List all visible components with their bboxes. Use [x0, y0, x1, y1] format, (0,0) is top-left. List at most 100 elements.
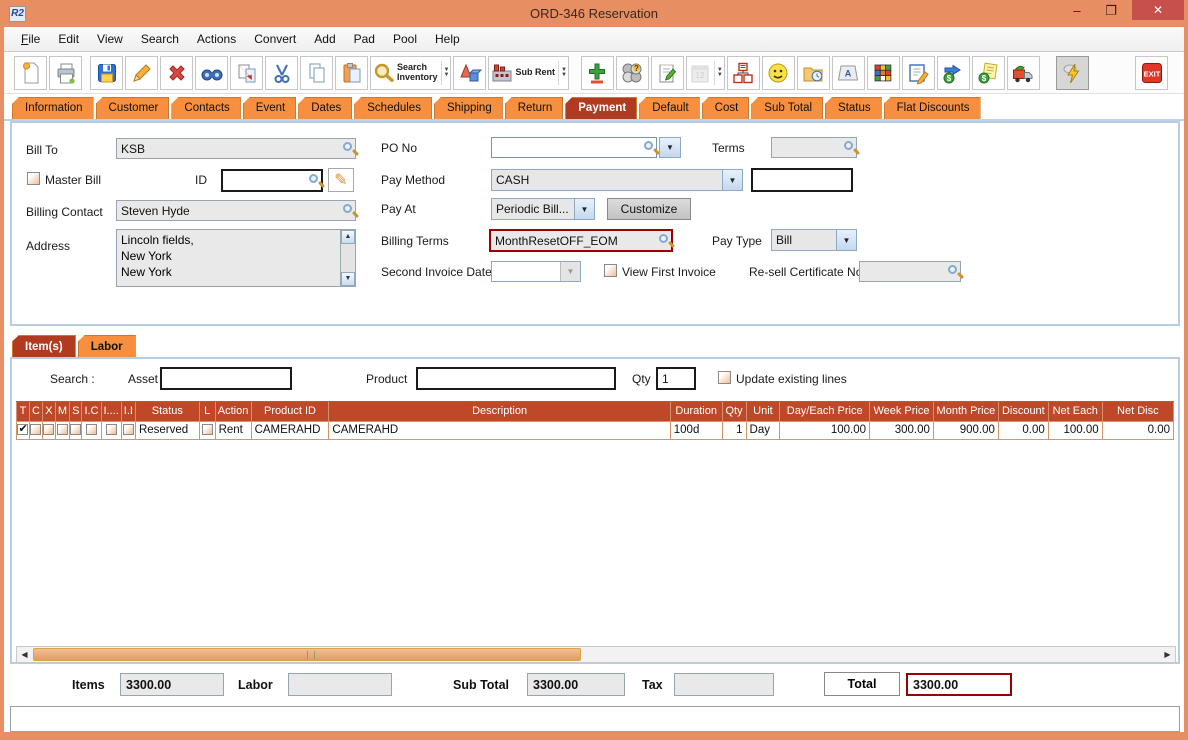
menu-actions[interactable]: Actions — [188, 29, 245, 49]
checkbox-unchecked[interactable] — [70, 424, 81, 435]
pay-method-extra-field[interactable] — [751, 168, 853, 192]
bill-to-field[interactable]: KSB — [116, 138, 356, 159]
billing-contact-field[interactable]: Steven Hyde — [116, 200, 356, 221]
transfer-button[interactable] — [230, 56, 263, 90]
chevron-down-icon[interactable]: ▼ — [836, 230, 856, 250]
history-folder-button[interactable] — [797, 56, 830, 90]
id-field[interactable] — [221, 169, 323, 192]
tab-labor[interactable]: Labor — [78, 335, 136, 357]
column-header[interactable]: Net Disc — [1102, 402, 1173, 421]
search-icon[interactable] — [844, 141, 853, 150]
column-header[interactable]: Month Price — [933, 402, 998, 421]
column-header[interactable]: Status — [135, 402, 199, 421]
column-header[interactable]: Week Price — [870, 402, 934, 421]
column-header[interactable]: Duration — [670, 402, 722, 421]
column-header[interactable]: L — [199, 402, 215, 421]
maximize-button[interactable]: ❐ — [1096, 0, 1126, 21]
checkbox-unchecked[interactable] — [30, 424, 41, 435]
tab-cost[interactable]: Cost — [702, 97, 750, 120]
tab-shipping[interactable]: Shipping — [434, 97, 503, 120]
scroll-right-icon[interactable]: ▶ — [1160, 647, 1175, 662]
scroll-left-icon[interactable]: ◀ — [17, 647, 32, 662]
exit-button[interactable]: EXIT — [1135, 56, 1168, 90]
column-header[interactable]: Description — [329, 402, 670, 421]
menu-view[interactable]: View — [88, 29, 132, 49]
checkbox-unchecked[interactable] — [57, 424, 68, 435]
pay-type-combo[interactable]: Bill▼ — [771, 229, 857, 251]
column-header[interactable]: S — [70, 402, 82, 421]
checkbox-unchecked[interactable] — [202, 424, 213, 435]
column-header[interactable]: Product ID — [251, 402, 329, 421]
save-button[interactable] — [90, 56, 123, 90]
update-existing-lines-checkbox[interactable] — [718, 371, 731, 384]
view-first-invoice-checkbox[interactable] — [604, 264, 617, 277]
resell-certificate-field[interactable] — [859, 261, 961, 282]
search-icon[interactable] — [644, 141, 653, 150]
invoice-button[interactable]: $ — [972, 56, 1005, 90]
second-invoice-date-combo[interactable]: ▼ — [491, 261, 581, 282]
search-icon[interactable] — [659, 234, 668, 243]
column-header[interactable]: Net Each — [1048, 402, 1102, 421]
column-header[interactable]: I.I — [121, 402, 135, 421]
org-chart-button[interactable] — [727, 56, 760, 90]
column-header[interactable]: Discount — [998, 402, 1048, 421]
column-header[interactable]: M — [55, 402, 69, 421]
memo-button[interactable] — [902, 56, 935, 90]
tab-dates[interactable]: Dates — [298, 97, 352, 120]
chevron-down-icon[interactable]: ▼▼ — [441, 61, 450, 85]
tab-contacts[interactable]: Contacts — [171, 97, 240, 120]
tab-item-s-[interactable]: Item(s) — [12, 335, 76, 357]
contact-button[interactable] — [762, 56, 795, 90]
search-icon[interactable] — [343, 204, 352, 213]
tab-status[interactable]: Status — [825, 97, 882, 120]
edit-id-button[interactable]: ✎ — [328, 168, 354, 192]
tab-payment[interactable]: Payment — [565, 97, 637, 120]
notepad-button[interactable] — [651, 56, 684, 90]
checkbox-unchecked[interactable] — [43, 424, 54, 435]
print-button[interactable] — [49, 56, 82, 90]
column-header[interactable]: Unit — [746, 402, 780, 421]
tab-return[interactable]: Return — [505, 97, 564, 120]
calendar-button[interactable]: 12▼▼ — [686, 56, 725, 90]
scrollbar-thumb[interactable] — [33, 648, 581, 661]
tab-default[interactable]: Default — [639, 97, 699, 120]
column-header[interactable]: Qty — [722, 402, 746, 421]
column-header[interactable]: Day/Each Price — [780, 402, 870, 421]
edit-button[interactable] — [125, 56, 158, 90]
sub-rent-button[interactable]: Sub Rent▼▼ — [488, 56, 568, 90]
pay-at-combo[interactable]: Periodic Bill...▼ — [491, 198, 595, 220]
menu-pad[interactable]: Pad — [345, 29, 384, 49]
delete-button[interactable] — [160, 56, 193, 90]
tab-flat-discounts[interactable]: Flat Discounts — [884, 97, 981, 120]
keyboard-button[interactable]: A — [832, 56, 865, 90]
pay-method-combo[interactable]: CASH▼ — [491, 169, 743, 191]
table-row[interactable]: ReservedRentCAMERAHDCAMERAHD100d1Day100.… — [17, 421, 1174, 439]
horizontal-scrollbar[interactable]: ◀ ▶ — [16, 646, 1176, 663]
quick-action-button[interactable] — [1056, 56, 1089, 90]
search-icon[interactable] — [948, 265, 957, 274]
menu-search[interactable]: Search — [132, 29, 188, 49]
column-header[interactable]: I.... — [101, 402, 121, 421]
column-header[interactable]: I.C — [82, 402, 101, 421]
po-no-field[interactable] — [491, 137, 657, 158]
menu-help[interactable]: Help — [426, 29, 469, 49]
customize-button[interactable]: Customize — [607, 198, 691, 220]
scroll-down-icon[interactable]: ▼ — [341, 272, 355, 286]
tab-customer[interactable]: Customer — [96, 97, 170, 120]
menu-file[interactable]: File — [12, 29, 49, 49]
tab-sub-total[interactable]: Sub Total — [751, 97, 823, 120]
search-inventory-button[interactable]: Search Inventory▼▼ — [370, 56, 451, 90]
terms-field[interactable] — [771, 137, 857, 158]
minimize-button[interactable]: – — [1062, 0, 1092, 21]
checkbox-unchecked[interactable] — [86, 424, 97, 435]
scroll-up-icon[interactable]: ▲ — [341, 230, 355, 244]
checkbox-unchecked[interactable] — [106, 424, 117, 435]
menu-edit[interactable]: Edit — [49, 29, 88, 49]
address-scrollbar[interactable]: ▲ ▼ — [340, 230, 355, 286]
close-button[interactable]: ✕ — [1132, 0, 1184, 20]
delivery-truck-button[interactable] — [1007, 56, 1040, 90]
chevron-down-icon[interactable]: ▼ — [574, 199, 594, 219]
qty-input[interactable]: 1 — [656, 367, 696, 390]
asset-input[interactable] — [160, 367, 292, 390]
checkbox-unchecked[interactable] — [123, 424, 134, 435]
